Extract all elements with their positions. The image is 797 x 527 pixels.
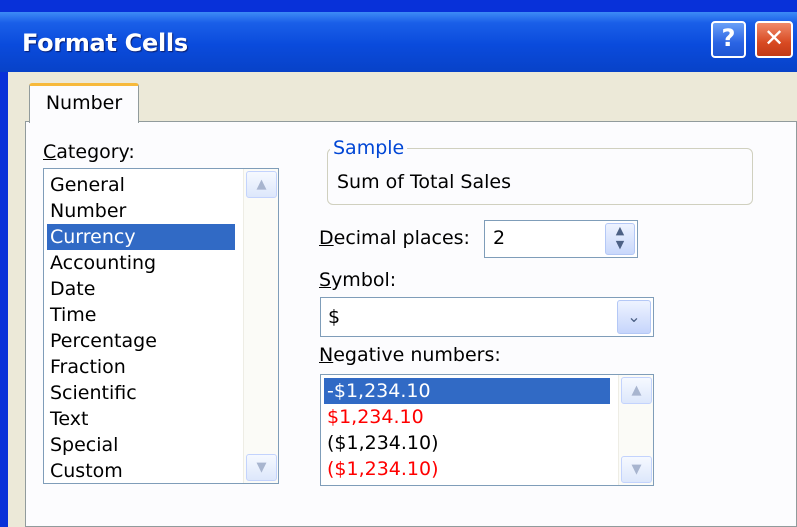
close-button[interactable]: ✕ [755, 21, 793, 58]
symbol-value: $ [328, 306, 341, 328]
category-listbox[interactable]: General Number Currency Accounting Date … [43, 168, 279, 484]
category-item-scientific[interactable]: Scientific [47, 380, 137, 406]
category-label-rest: ategory: [56, 141, 135, 163]
category-item-general[interactable]: General [47, 172, 125, 198]
symbol-label: Symbol: [319, 269, 396, 291]
negative-numbers-label: Negative numbers: [319, 344, 501, 366]
decimal-places-hotkey: D [319, 227, 334, 249]
category-item-currency[interactable]: Currency [47, 224, 235, 250]
scroll-down-icon[interactable]: ▼ [621, 456, 652, 483]
symbol-label-rest: ymbol: [331, 269, 397, 291]
negative-item-red-parens[interactable]: ($1,234.10) [324, 456, 439, 482]
category-item-accounting[interactable]: Accounting [47, 250, 156, 276]
negative-numbers-hotkey: N [319, 344, 334, 366]
negative-numbers-scrollbar[interactable]: ▲ ▼ [618, 375, 653, 485]
window-title: Format Cells [22, 29, 188, 57]
negative-item-parens[interactable]: ($1,234.10) [324, 430, 439, 456]
help-button[interactable]: ? [711, 21, 746, 58]
decimal-places-value[interactable]: 2 [493, 227, 505, 249]
negative-numbers-label-rest: egative numbers: [333, 344, 501, 366]
spin-arrows-icon[interactable]: ▲ ▼ [605, 223, 635, 255]
category-item-date[interactable]: Date [47, 276, 95, 302]
symbol-hotkey: S [319, 269, 332, 291]
category-item-number[interactable]: Number [47, 198, 126, 224]
category-item-time[interactable]: Time [47, 302, 97, 328]
negative-numbers-listbox[interactable]: -$1,234.10 $1,234.10 ($1,234.10) ($1,234… [320, 374, 654, 486]
chevron-down-icon[interactable]: ⌄ [617, 300, 651, 334]
negative-item-minus[interactable]: -$1,234.10 [324, 378, 610, 404]
decimal-places-label-rest: ecimal places: [333, 227, 470, 249]
category-item-text[interactable]: Text [47, 406, 88, 432]
category-item-fraction[interactable]: Fraction [47, 354, 126, 380]
category-scrollbar[interactable]: ▲ ▼ [243, 169, 278, 483]
category-item-special[interactable]: Special [47, 432, 118, 458]
symbol-dropdown[interactable]: $ ⌄ [320, 297, 654, 337]
sample-value: Sum of Total Sales [337, 171, 511, 193]
category-item-percentage[interactable]: Percentage [47, 328, 157, 354]
tab-number[interactable]: Number [29, 83, 139, 123]
decimal-places-spinner[interactable]: 2 ▲ ▼ [484, 220, 638, 258]
scroll-up-icon[interactable]: ▲ [246, 171, 277, 198]
category-label-hotkey: C [43, 141, 57, 163]
decimal-places-label: Decimal places: [319, 227, 470, 249]
sample-title: Sample [330, 138, 408, 158]
negative-item-red[interactable]: $1,234.10 [324, 404, 424, 430]
category-label: Category: [43, 141, 135, 163]
scroll-down-icon[interactable]: ▼ [246, 454, 277, 481]
scroll-up-icon[interactable]: ▲ [621, 377, 652, 404]
category-item-custom[interactable]: Custom [47, 458, 123, 483]
